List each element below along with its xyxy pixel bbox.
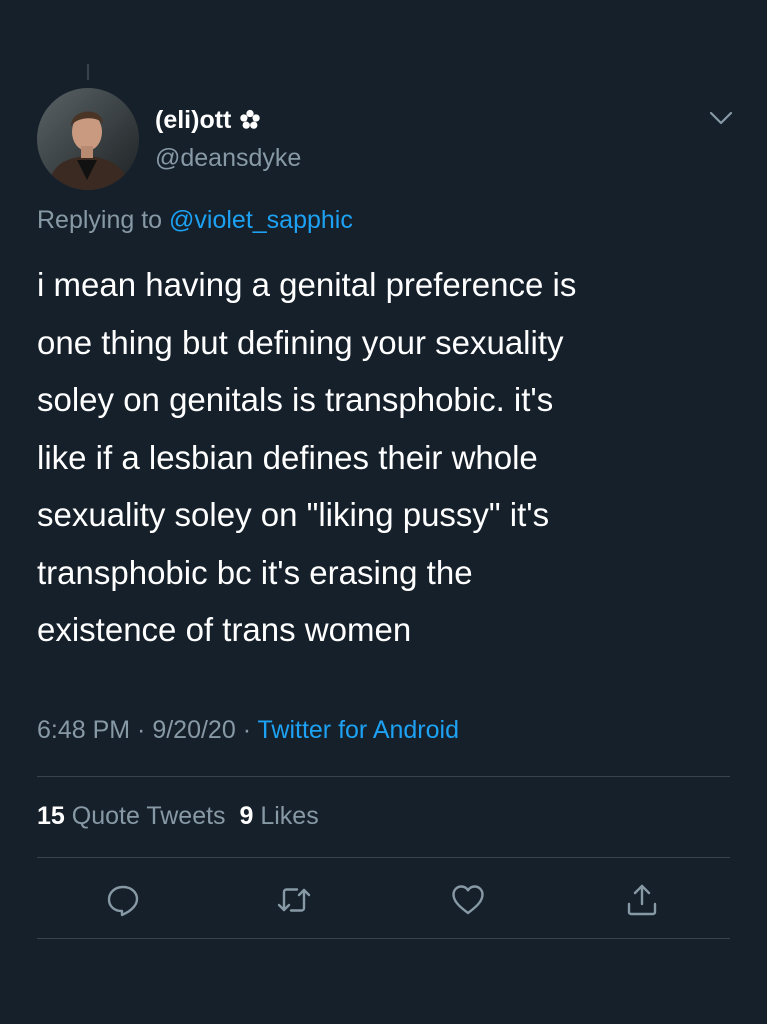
- flower-icon: [240, 109, 261, 129]
- quote-tweets-label: Quote Tweets: [71, 802, 226, 830]
- divider: [37, 857, 730, 858]
- likes-count: 9: [239, 802, 254, 830]
- user-handle[interactable]: @deansdyke: [155, 144, 301, 173]
- meta-separator: ·: [235, 716, 258, 744]
- avatar-image: [37, 88, 139, 190]
- thread-connector-line: [87, 64, 89, 80]
- display-name-row[interactable]: (eli)ott: [155, 106, 261, 135]
- share-icon[interactable]: [624, 882, 660, 918]
- like-icon[interactable]: [450, 882, 486, 918]
- tweet-text: i mean having a genital preference is on…: [37, 266, 577, 648]
- quote-tweets-stat[interactable]: 15 Quote Tweets: [37, 802, 226, 830]
- likes-stat[interactable]: 9 Likes: [239, 802, 318, 830]
- meta-separator: ·: [130, 716, 153, 744]
- divider: [37, 938, 730, 939]
- tweet-metadata: 6:48 PM · 9/20/20 · Twitter for Android: [37, 716, 459, 745]
- tweet-source-link[interactable]: Twitter for Android: [258, 716, 459, 744]
- display-name[interactable]: (eli)ott: [155, 106, 231, 134]
- replying-to-mention[interactable]: @violet_sapphic: [169, 206, 353, 234]
- likes-label: Likes: [260, 802, 319, 830]
- tweet-detail-page: (eli)ott @deansdyke Replying to @violet_…: [0, 0, 767, 1024]
- retweet-icon[interactable]: [276, 882, 312, 918]
- replying-to-line: Replying to @violet_sapphic: [37, 206, 353, 235]
- divider: [37, 776, 730, 777]
- reply-icon[interactable]: [105, 882, 141, 918]
- tweet-time[interactable]: 6:48 PM: [37, 716, 130, 744]
- chevron-down-icon[interactable]: [708, 108, 734, 128]
- engagement-stats: 15 Quote Tweets 9 Likes: [37, 802, 319, 831]
- avatar[interactable]: [37, 88, 139, 190]
- tweet-date[interactable]: 9/20/20: [152, 716, 235, 744]
- replying-to-prefix: Replying to: [37, 206, 170, 234]
- quote-tweets-count: 15: [37, 802, 65, 830]
